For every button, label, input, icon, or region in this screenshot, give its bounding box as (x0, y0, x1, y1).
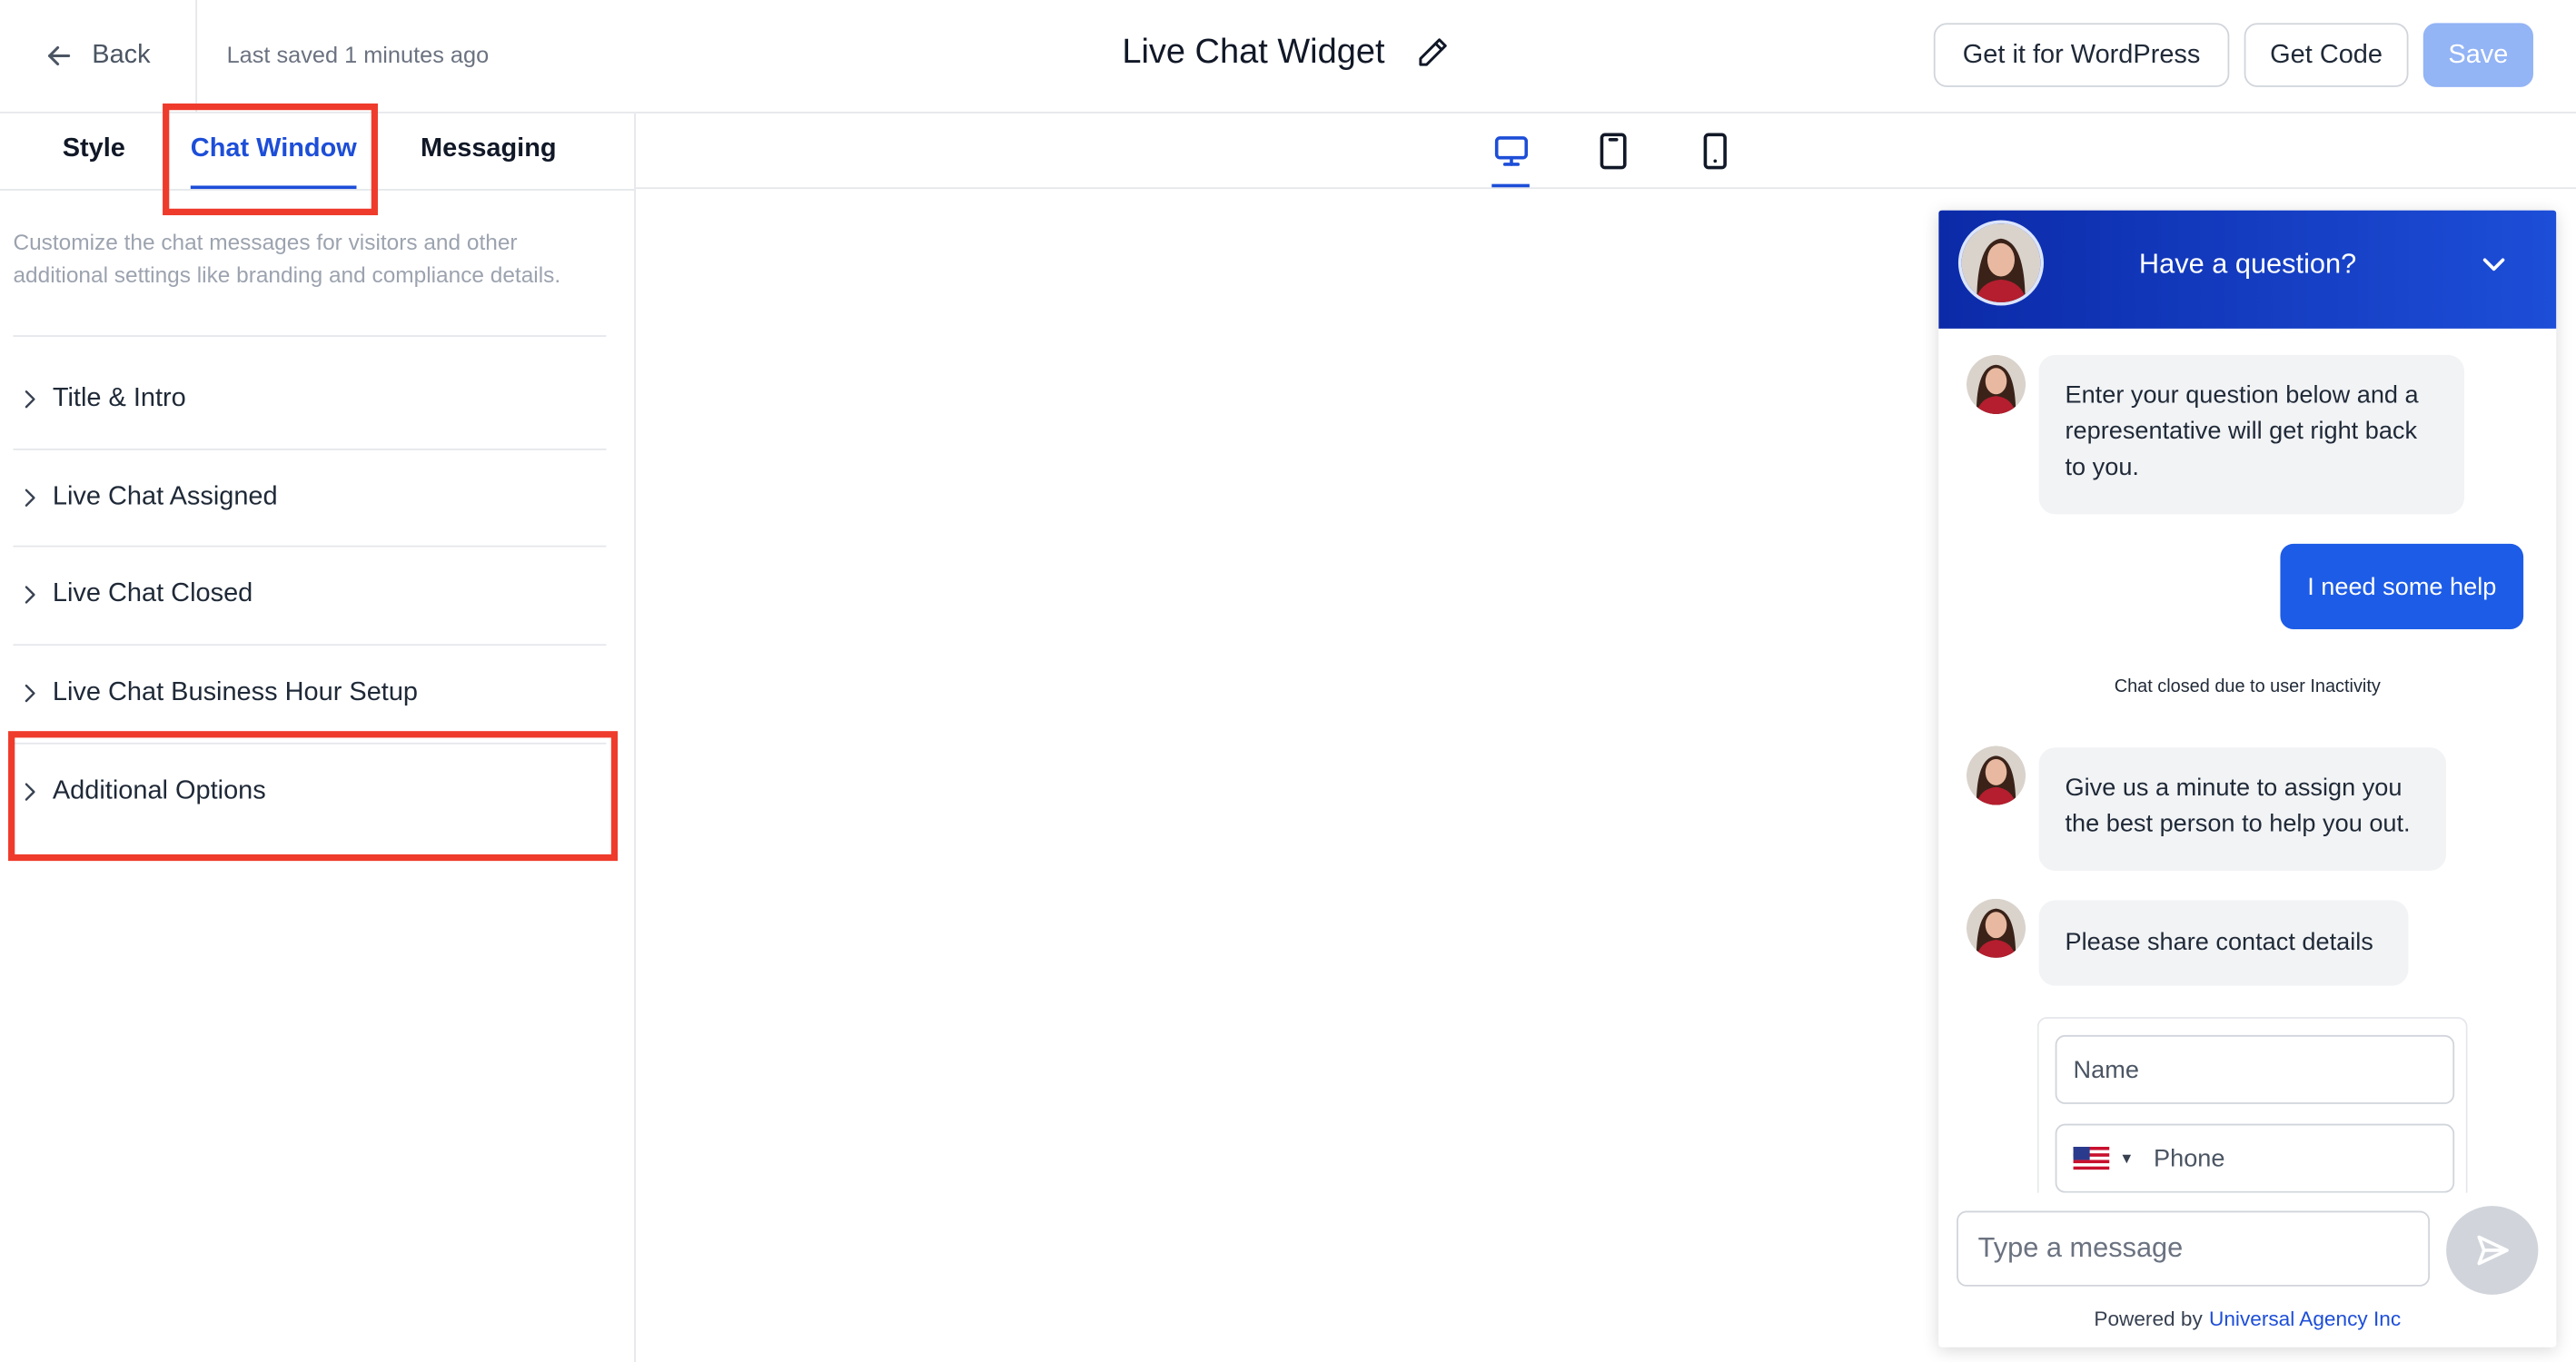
divider (195, 0, 198, 114)
agent-avatar (1966, 354, 2026, 414)
desktop-preview-button[interactable] (1490, 130, 1532, 173)
us-flag-icon (2073, 1146, 2110, 1170)
back-button[interactable]: Back (43, 36, 151, 75)
panel-description: Customize the chat messages for visitors… (13, 230, 561, 288)
section-business-hour-setup[interactable]: Live Chat Business Hour Setup (13, 646, 606, 741)
widget-header: Have a question? (1938, 210, 2557, 329)
section-live-chat-closed[interactable]: Live Chat Closed (13, 548, 606, 643)
top-bar: Back Last saved 1 minutes ago Live Chat … (0, 0, 2576, 114)
name-field[interactable]: Name (2055, 1034, 2455, 1104)
tablet-preview-button[interactable] (1592, 130, 1635, 173)
tab-style[interactable]: Style (63, 134, 125, 164)
arrow-left-icon (48, 45, 71, 66)
chevron-right-icon (25, 489, 35, 507)
page-title: Live Chat Widget (1122, 33, 1385, 71)
chevron-right-icon (25, 586, 35, 604)
back-label: Back (92, 41, 151, 69)
message-input[interactable]: Type a message (1957, 1210, 2431, 1287)
widget-title: Have a question? (2138, 248, 2357, 280)
chevron-right-icon (25, 684, 35, 703)
agent-avatar (1957, 220, 2044, 306)
phone-placeholder: Phone (2154, 1144, 2225, 1173)
tab-chat-window[interactable]: Chat Window (191, 134, 357, 164)
chevron-right-icon (25, 783, 35, 801)
section-label: Live Chat Closed (52, 579, 253, 608)
tab-messaging[interactable]: Messaging (421, 134, 557, 164)
get-wordpress-button[interactable]: Get it for WordPress (1933, 23, 2230, 87)
powered-by-link[interactable]: Universal Agency Inc (2209, 1308, 2401, 1330)
section-additional-options[interactable]: Additional Options (13, 745, 606, 840)
section-title-intro[interactable]: Title & Intro (13, 351, 606, 447)
chevron-down-icon[interactable] (2476, 246, 2512, 282)
device-preview-bar (635, 114, 2576, 190)
send-button[interactable] (2446, 1206, 2539, 1295)
last-saved-status: Last saved 1 minutes ago (226, 41, 490, 68)
widget-footer: Type a message Powered by Universal Agenc… (1938, 1192, 2557, 1347)
tablet-icon (1600, 133, 1627, 170)
section-label: Live Chat Business Hour Setup (52, 678, 419, 707)
section-label: Live Chat Assigned (52, 482, 278, 511)
section-live-chat-assigned[interactable]: Live Chat Assigned (13, 450, 606, 546)
powered-by-label: Powered by (2094, 1308, 2203, 1331)
mobile-icon (1703, 133, 1727, 170)
section-label: Additional Options (52, 776, 266, 805)
active-device-indicator (1491, 183, 1530, 188)
contact-form: Name ▼ Phone (2036, 1017, 2468, 1199)
agent-message: Please share contact details (2038, 900, 2409, 986)
visitor-message: I need some help (2280, 543, 2524, 630)
system-message: Chat closed due to user Inactivity (2114, 676, 2381, 697)
app-root: Back Last saved 1 minutes ago Live Chat … (0, 0, 2576, 1362)
chat-widget-preview: Have a question? Enter your question bel… (1938, 210, 2557, 1347)
pencil-icon[interactable] (1414, 35, 1451, 71)
phone-field[interactable]: ▼ Phone (2055, 1123, 2455, 1193)
save-button[interactable]: Save (2422, 23, 2533, 87)
powered-by: Powered by Universal Agency Inc (1938, 1308, 2556, 1330)
mobile-preview-button[interactable] (1694, 130, 1737, 173)
settings-panel: Style Chat Window Messaging Customize th… (0, 103, 636, 1362)
section-label: Title & Intro (52, 384, 186, 413)
agent-avatar (1966, 898, 2026, 958)
settings-tabs: Style Chat Window Messaging (0, 103, 635, 216)
get-code-button[interactable]: Get Code (2244, 23, 2409, 87)
chevron-right-icon (25, 390, 35, 409)
active-tab-indicator (190, 185, 357, 190)
caret-down-icon[interactable]: ▼ (2119, 1150, 2134, 1167)
desktop-icon (1494, 136, 1529, 166)
agent-message: Give us a minute to assign you the best … (2038, 747, 2447, 871)
send-icon (2477, 1235, 2509, 1266)
divider (13, 335, 607, 337)
title-group: Live Chat Widget (1122, 33, 1451, 72)
agent-avatar (1966, 745, 2026, 805)
agent-message: Enter your question below and a represen… (2038, 354, 2465, 515)
